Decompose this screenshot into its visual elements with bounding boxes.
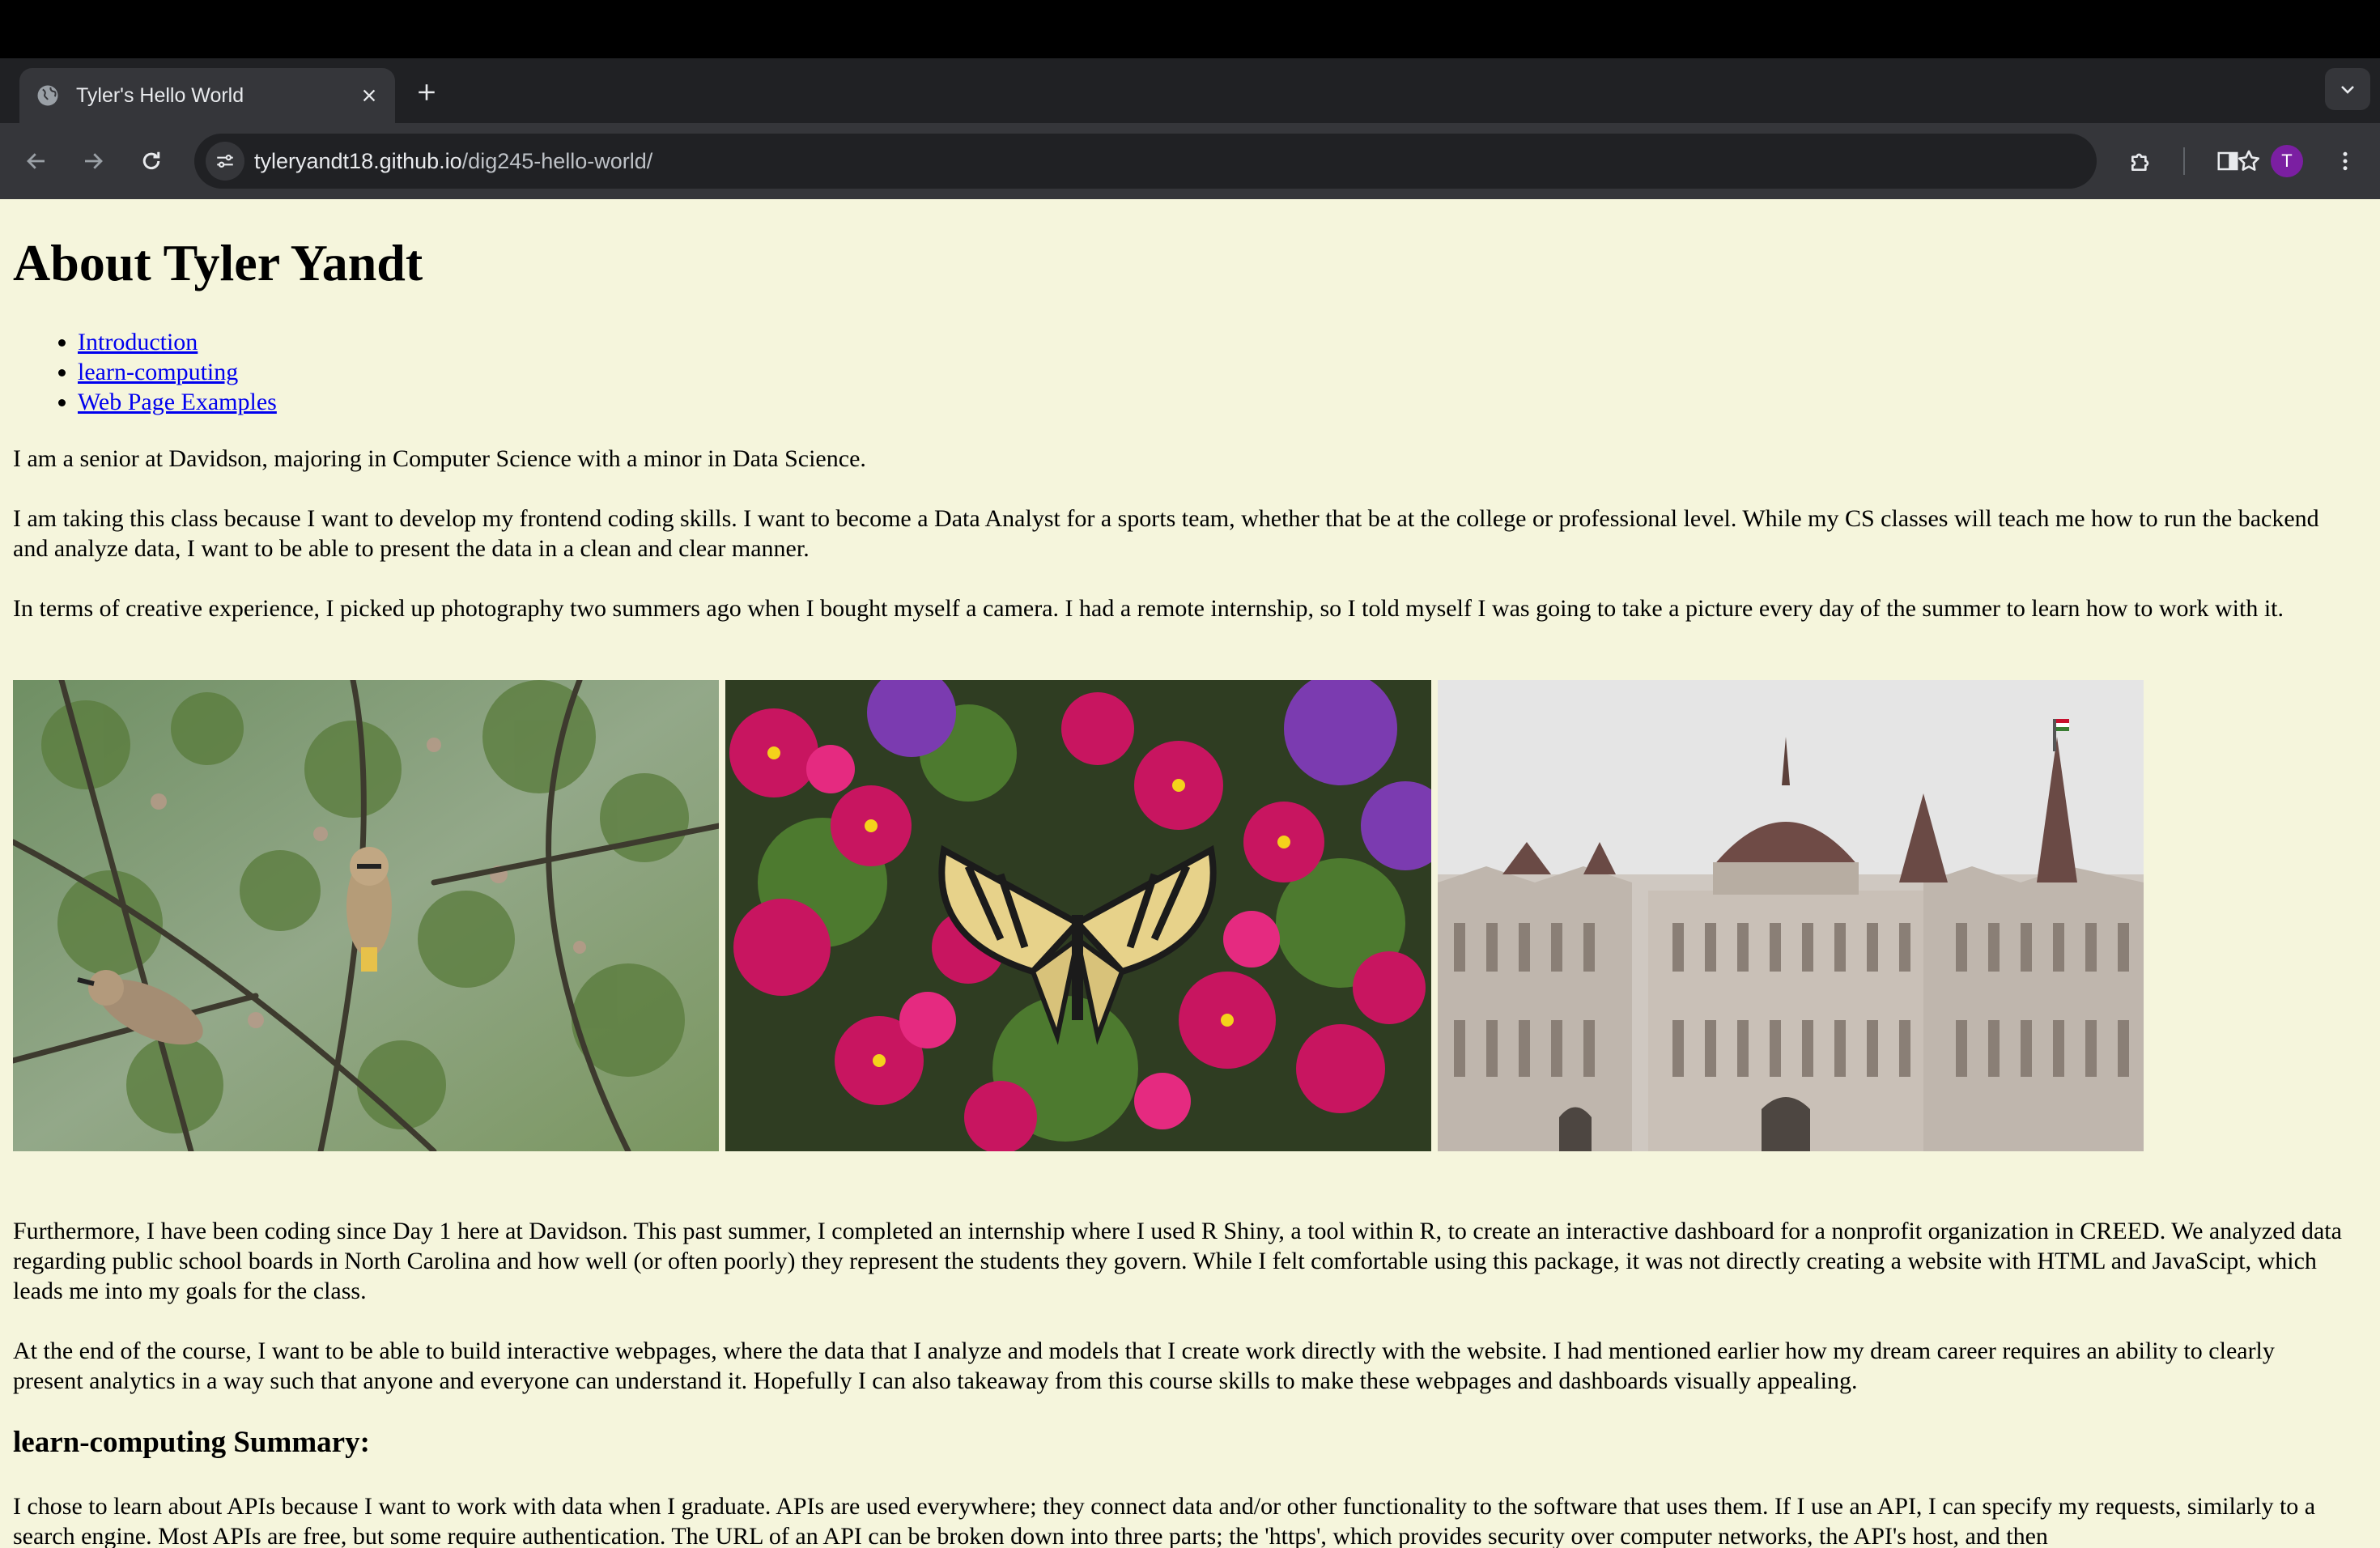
back-button[interactable] xyxy=(16,141,57,181)
intro-paragraph-2: I am taking this class because I want to… xyxy=(13,505,2319,562)
url-host: tyleryandt18.github.io xyxy=(254,149,462,173)
link-learn-computing[interactable]: learn-computing xyxy=(78,359,238,385)
toolbar-divider xyxy=(2183,147,2185,175)
intro-paragraph-1: I am a senior at Davidson, majoring in C… xyxy=(13,445,866,472)
reload-button[interactable] xyxy=(131,141,172,181)
address-bar[interactable]: tyleryandt18.github.io/dig245-hello-worl… xyxy=(194,134,2260,189)
extensions-icon[interactable] xyxy=(2121,141,2161,181)
tab-title: Tyler's Hello World xyxy=(76,83,244,107)
tab-search-button[interactable] xyxy=(2325,68,2370,110)
nav-item: Web Page Examples xyxy=(78,387,277,417)
globe-icon xyxy=(34,82,62,109)
swallowtail-butterfly-photo xyxy=(725,680,1431,1151)
profile-avatar[interactable]: T xyxy=(2271,145,2303,177)
photo-gallery xyxy=(13,680,2150,1151)
url-text: tyleryandt18.github.io/dig245-hello-worl… xyxy=(254,134,652,189)
forward-button[interactable] xyxy=(73,141,113,181)
summary-paragraph: I chose to learn about APIs because I wa… xyxy=(13,1493,2316,1548)
intro-paragraph-3: In terms of creative experience, I picke… xyxy=(13,595,2284,622)
url-path: /dig245-hello-world/ xyxy=(461,149,653,173)
section-nav: Introduction learn-computing Web Page Ex… xyxy=(13,327,277,417)
parliament-building-photo xyxy=(1438,680,2144,1151)
site-settings-icon[interactable] xyxy=(206,142,244,181)
coding-paragraph: Furthermore, I have been coding since Da… xyxy=(13,1218,2342,1304)
page-viewport: About Tyler Yandt Introduction learn-com… xyxy=(0,199,2380,1548)
cedar-waxwings-photo xyxy=(13,680,719,1151)
goals-paragraph: At the end of the course, I want to be a… xyxy=(13,1337,2275,1394)
nav-item: Introduction xyxy=(78,327,277,357)
browser-toolbar: tyleryandt18.github.io/dig245-hello-worl… xyxy=(0,123,2380,199)
link-web-page-examples[interactable]: Web Page Examples xyxy=(78,389,277,415)
window-top-strip xyxy=(0,0,2380,58)
page-title: About Tyler Yandt xyxy=(13,234,423,291)
link-introduction[interactable]: Introduction xyxy=(78,329,198,355)
tab-bar: Tyler's Hello World xyxy=(0,58,2380,123)
close-tab-icon[interactable] xyxy=(351,78,387,113)
summary-heading: learn-computing Summary: xyxy=(13,1426,370,1459)
more-menu-icon[interactable] xyxy=(2325,141,2365,181)
side-panel-icon[interactable] xyxy=(2208,141,2248,181)
nav-item: learn-computing xyxy=(78,357,277,387)
tab-active[interactable]: Tyler's Hello World xyxy=(19,68,395,123)
new-tab-button[interactable] xyxy=(409,74,444,110)
